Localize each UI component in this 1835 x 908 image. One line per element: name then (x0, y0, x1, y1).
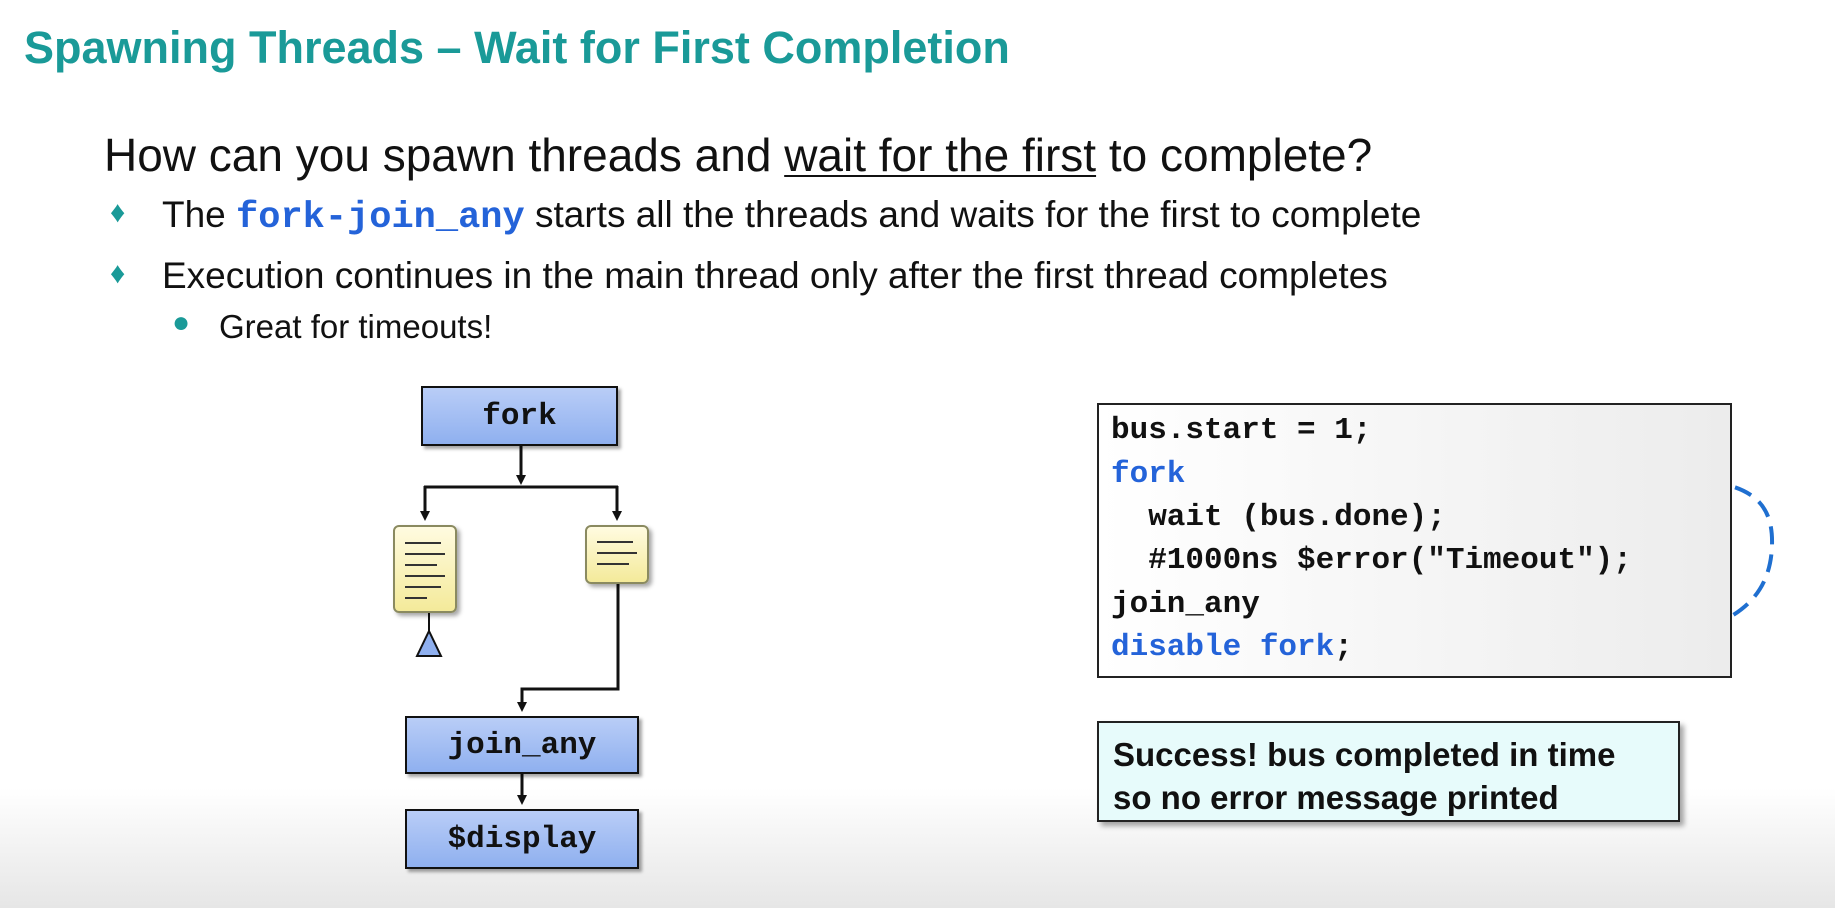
right-thread-to-join-connector (517, 584, 620, 712)
thread-document-icon (585, 525, 649, 584)
thread-document-icon (393, 525, 457, 613)
code-line: #1000ns $error("Timeout"); (1111, 543, 1632, 578)
diamond-bullet-icon: ♦ (110, 196, 126, 229)
code-snippet-box: bus.start = 1; fork wait (bus.done); #10… (1097, 403, 1732, 678)
code-line: bus.start = 1; (1111, 413, 1372, 448)
bullet-text: Execution continues in the main thread o… (162, 255, 1388, 296)
code-line-join-any: join_any (1111, 587, 1260, 622)
note-line: so no error message printed (1113, 779, 1559, 816)
bullet-text-end: starts all the threads and waits for the… (524, 194, 1422, 235)
question-underlined-text: wait for the first (784, 129, 1097, 181)
display-box: $display (405, 809, 639, 869)
note-line: Success! bus completed in time (1113, 736, 1616, 773)
code-line-fork: fork (1111, 457, 1186, 492)
success-note-box: Success! bus completed in time so no err… (1097, 721, 1680, 822)
bullet-code-fork-join-any: fork-join_any (236, 197, 525, 239)
question-text-end: to complete? (1096, 129, 1373, 181)
bullet-text-start: The (162, 194, 237, 235)
dot-bullet-icon: ● (172, 306, 191, 339)
question-text-start: How can you spawn threads and (104, 129, 785, 181)
bullet-fork-join-any: ♦ The fork-join_any starts all the threa… (110, 194, 1422, 239)
code-line-disable-fork: disable fork; (1111, 630, 1353, 665)
sub-bullet-text: Great for timeouts! (219, 308, 493, 345)
thread-end-triangle-icon (415, 628, 443, 657)
join-any-box: join_any (405, 716, 639, 774)
disable-fork-keyword: disable fork (1111, 630, 1335, 665)
fork-box: fork (421, 386, 618, 446)
diamond-bullet-icon: ♦ (110, 257, 126, 290)
code-semicolon: ; (1334, 630, 1353, 665)
sub-bullet-timeouts: ● Great for timeouts! (172, 306, 493, 346)
bullet-execution-continues: ♦ Execution continues in the main thread… (110, 255, 1388, 297)
question-heading: How can you spawn threads and wait for t… (104, 128, 1372, 182)
code-line: wait (bus.done); (1111, 500, 1446, 535)
slide-title: Spawning Threads – Wait for First Comple… (24, 22, 1010, 73)
